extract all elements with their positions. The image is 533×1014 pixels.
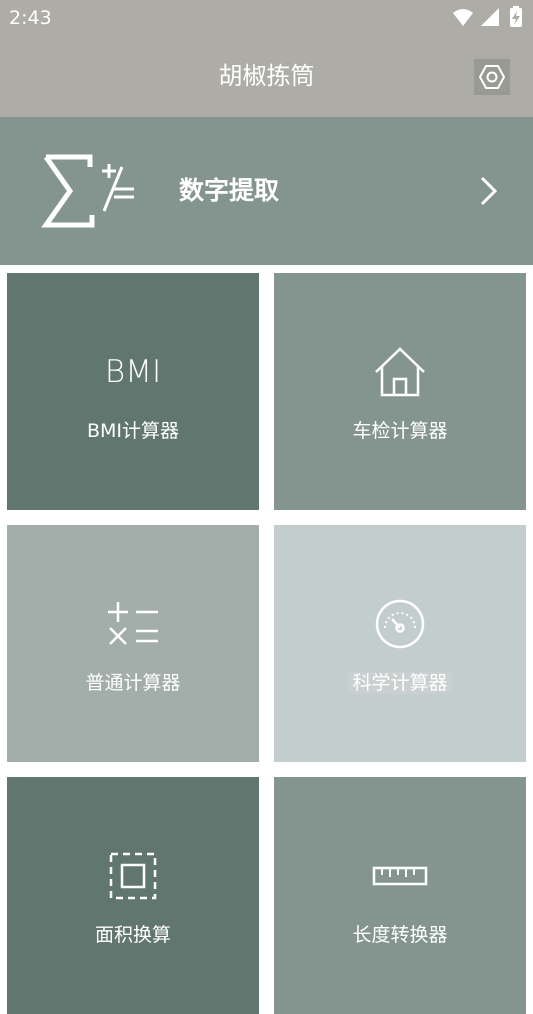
ruler-icon [372, 866, 428, 886]
chevron-right-icon [480, 176, 498, 206]
status-icons [453, 6, 522, 27]
tile-icon-wrap [274, 345, 526, 399]
status-time: 2:43 [9, 7, 52, 29]
bmi-text-icon: BMI [7, 345, 259, 399]
area-conversion-tile[interactable]: 面积换算 [7, 777, 259, 1014]
tile-icon-wrap [274, 849, 526, 903]
tile-icon-wrap [7, 849, 259, 903]
basic-calculator-tile[interactable]: 普通计算器 [7, 525, 259, 762]
tile-label: BMI计算器 [86, 420, 180, 442]
bmi-icon-text: BMI [104, 354, 162, 390]
tile-label: 车检计算器 [352, 420, 448, 442]
sigma-plus-divide-icon [41, 154, 134, 228]
hexagon-settings-icon [478, 65, 506, 89]
tile-label: 面积换算 [94, 924, 171, 946]
tile-label: 普通计算器 [85, 672, 181, 694]
banner-label: 数字提取 [179, 176, 280, 205]
number-extract-banner[interactable]: 数字提取 [0, 117, 533, 265]
settings-button[interactable] [474, 59, 510, 95]
tile-label-text: 科学计算器 [348, 672, 452, 694]
house-icon [375, 347, 425, 397]
length-converter-tile[interactable]: 长度转换器 [274, 777, 526, 1014]
app-title: 胡椒拣筒 [218, 62, 315, 90]
status-bar: 2:43 [0, 0, 533, 36]
wifi-icon [453, 9, 473, 26]
app-bar: 胡椒拣筒 [0, 36, 533, 117]
bmi-calculator-tile[interactable]: BMI BMI计算器 [7, 273, 259, 510]
battery-charging-icon [510, 6, 522, 27]
tile-icon-wrap [274, 597, 526, 651]
tile-label: 长度转换器 [352, 924, 448, 946]
scientific-calculator-tile[interactable]: 科学计算器 [274, 525, 526, 762]
speedometer-icon [375, 599, 425, 649]
area-frame-icon [109, 852, 157, 900]
arithmetic-operators-icon [108, 602, 158, 645]
signal-icon [481, 8, 499, 26]
tile-icon-wrap [7, 597, 259, 651]
car-inspection-calculator-tile[interactable]: 车检计算器 [274, 273, 526, 510]
tile-label: 科学计算器 [274, 670, 526, 696]
